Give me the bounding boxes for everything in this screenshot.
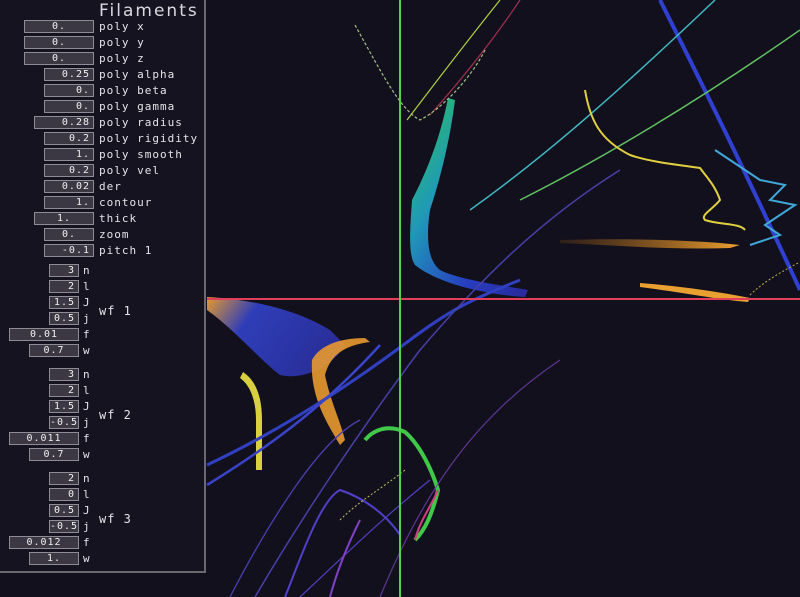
param-label: poly x	[99, 20, 145, 33]
wf-field-label: j	[83, 520, 91, 533]
wf3-field-j[interactable]: -0.5	[49, 520, 79, 533]
filament-line	[379, 359, 561, 597]
wf2-field-f[interactable]: 0.011	[9, 432, 79, 445]
wf-field-label: f	[83, 536, 91, 549]
param-field-poly-x[interactable]: 0.	[24, 20, 94, 33]
wf-field-label: J	[83, 400, 91, 413]
param-field-poly-y[interactable]: 0.	[24, 36, 94, 49]
wf-field-label: J	[83, 296, 91, 309]
param-field-poly-rigidity[interactable]: 0.2	[44, 132, 94, 145]
param-label: zoom	[99, 228, 130, 241]
filament-line	[299, 479, 431, 597]
wf1-field-l[interactable]: 2	[49, 280, 79, 293]
wf-field-label: l	[83, 384, 91, 397]
filament-line	[254, 169, 621, 597]
param-label: contour	[99, 196, 153, 209]
param-label: pitch 1	[99, 244, 153, 257]
wf-field-label: w	[83, 448, 91, 461]
param-label: poly gamma	[99, 100, 176, 113]
param-field-poly-radius[interactable]: 0.28	[34, 116, 94, 129]
param-label: thick	[99, 212, 138, 225]
wf3-field-f[interactable]: 0.012	[9, 536, 79, 549]
wf1-field-J[interactable]: 1.5	[49, 296, 79, 309]
wf-field-label: f	[83, 432, 91, 445]
wf2-field-J[interactable]: 1.5	[49, 400, 79, 413]
wf-field-label: j	[83, 416, 91, 429]
param-field-poly-z[interactable]: 0.	[24, 52, 94, 65]
param-label: poly alpha	[99, 68, 176, 81]
wf3-field-w[interactable]: 1.	[29, 552, 79, 565]
wf3-field-n[interactable]: 2	[49, 472, 79, 485]
param-label: poly vel	[99, 164, 160, 177]
wf2-field-j[interactable]: -0.5	[49, 416, 79, 429]
wf-field-label: n	[83, 368, 91, 381]
wf-field-label: j	[83, 312, 91, 325]
filament-sheet-green	[410, 98, 528, 297]
param-field-pitch-1[interactable]: -0.1	[44, 244, 94, 257]
wf2-field-n[interactable]: 3	[49, 368, 79, 381]
param-field-der[interactable]: 0.02	[44, 180, 94, 193]
param-field-poly-alpha[interactable]: 0.25	[44, 68, 94, 81]
param-field-zoom[interactable]: 0.	[44, 228, 94, 241]
wf1-field-f[interactable]: 0.01	[9, 328, 79, 341]
param-field-thick[interactable]: 1.	[34, 212, 94, 225]
filament-green-arch	[363, 426, 441, 542]
param-label: poly smooth	[99, 148, 183, 161]
param-label: poly z	[99, 52, 145, 65]
wf-group-label: wf 1	[99, 304, 132, 318]
wf-group-label: wf 2	[99, 408, 132, 422]
param-field-poly-vel[interactable]: 0.2	[44, 164, 94, 177]
param-field-poly-gamma[interactable]: 0.	[44, 100, 94, 113]
filament-ribbon-orange	[311, 338, 370, 445]
filament-purple	[284, 488, 401, 597]
filament-yellow-curve	[584, 89, 746, 231]
wf1-field-j[interactable]: 0.5	[49, 312, 79, 325]
panel-title: Filaments	[99, 1, 199, 21]
wf-field-label: J	[83, 504, 91, 517]
param-label: der	[99, 180, 122, 193]
param-label: poly y	[99, 36, 145, 49]
wf-field-label: w	[83, 344, 91, 357]
wf-field-label: l	[83, 488, 91, 501]
param-label: poly radius	[99, 116, 183, 129]
filament-line	[429, 0, 521, 116]
filament-orange-ribbon	[560, 239, 740, 249]
filament-line	[469, 0, 716, 211]
param-label: poly rigidity	[99, 132, 199, 145]
filaments-control-panel: Filaments 0. poly x 0. poly y 0. poly z 0.25 pol…	[0, 0, 206, 573]
wf1-field-n[interactable]: 3	[49, 264, 79, 277]
wf3-field-l[interactable]: 0	[49, 488, 79, 501]
wf1-field-w[interactable]: 0.7	[29, 344, 79, 357]
wf-field-label: n	[83, 472, 91, 485]
wf-group-label: wf 3	[99, 512, 132, 526]
wf-field-label: n	[83, 264, 91, 277]
param-label: poly beta	[99, 84, 168, 97]
param-field-poly-beta[interactable]: 0.	[44, 84, 94, 97]
wf-field-label: f	[83, 328, 91, 341]
wf-field-label: l	[83, 280, 91, 293]
wf2-field-w[interactable]: 0.7	[29, 448, 79, 461]
param-field-poly-smooth[interactable]: 1.	[44, 148, 94, 161]
filament-line	[519, 29, 800, 201]
wf-field-label: w	[83, 552, 91, 565]
param-field-contour[interactable]: 1.	[44, 196, 94, 209]
wf3-field-J[interactable]: 0.5	[49, 504, 79, 517]
wf2-field-l[interactable]: 2	[49, 384, 79, 397]
